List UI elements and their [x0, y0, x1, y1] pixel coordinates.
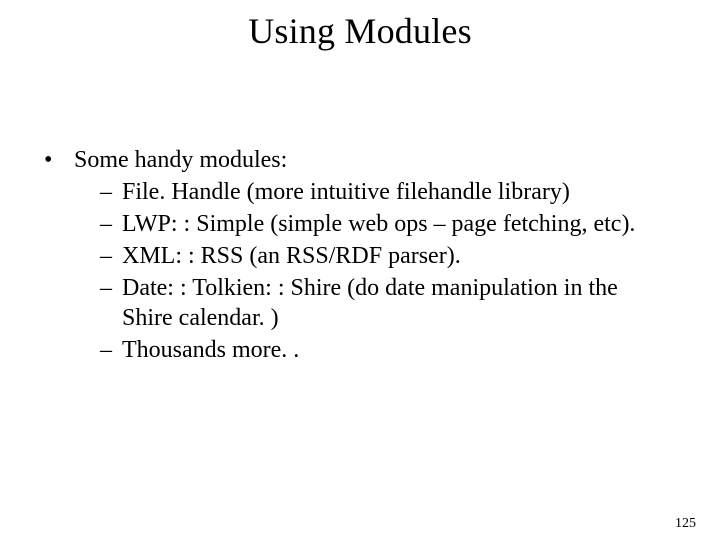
sub-item: – File. Handle (more intuitive filehandl… [100, 177, 680, 207]
bullet-item: • Some handy modules: [40, 145, 680, 175]
sub-item-text: XML: : RSS (an RSS/RDF parser). [122, 241, 680, 271]
slide: Using Modules • Some handy modules: – Fi… [0, 10, 720, 540]
slide-title: Using Modules [0, 10, 720, 52]
sub-item-text: LWP: : Simple (simple web ops – page fet… [122, 209, 680, 239]
sub-item: – Date: : Tolkien: : Shire (do date mani… [100, 273, 680, 333]
dash-glyph: – [100, 209, 122, 239]
bullet-text: Some handy modules: [74, 145, 680, 175]
sub-item-text: Date: : Tolkien: : Shire (do date manipu… [122, 273, 680, 333]
sub-item: – XML: : RSS (an RSS/RDF parser). [100, 241, 680, 271]
slide-body: • Some handy modules: – File. Handle (mo… [40, 145, 680, 367]
bullet-glyph: • [40, 145, 74, 175]
dash-glyph: – [100, 335, 122, 365]
dash-glyph: – [100, 241, 122, 271]
page-number: 125 [675, 516, 696, 532]
dash-glyph: – [100, 273, 122, 303]
dash-glyph: – [100, 177, 122, 207]
sub-item-text: Thousands more. . [122, 335, 680, 365]
sub-item: – LWP: : Simple (simple web ops – page f… [100, 209, 680, 239]
sub-item-text: File. Handle (more intuitive filehandle … [122, 177, 680, 207]
sub-item: – Thousands more. . [100, 335, 680, 365]
